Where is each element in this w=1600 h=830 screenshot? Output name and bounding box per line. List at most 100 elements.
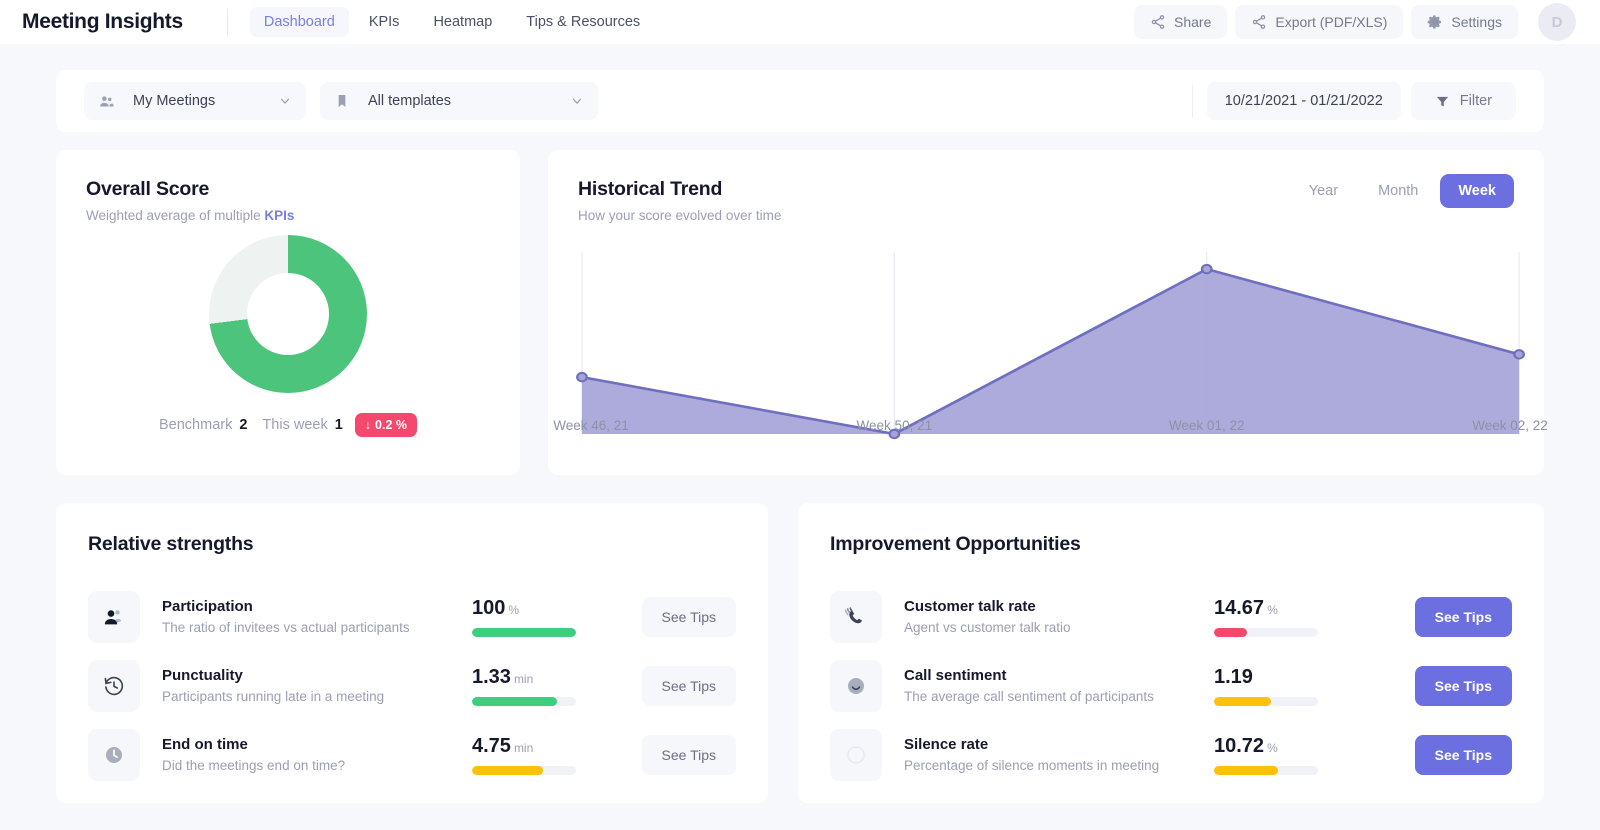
meetings-select[interactable]: My Meetings xyxy=(84,82,306,120)
see-tips-button[interactable]: See Tips xyxy=(1415,666,1512,706)
kpi-value: 14.67 xyxy=(1214,597,1264,619)
kpi-description: Agent vs customer talk ratio xyxy=(904,620,1214,635)
kpi-row: Call sentiment The average call sentiment… xyxy=(830,651,1512,720)
avatar[interactable]: D xyxy=(1538,3,1576,41)
kpis-link[interactable]: KPIs xyxy=(264,208,294,223)
kpi-description: Did the meetings end on time? xyxy=(162,758,472,773)
trend-chart-x-axis: Week 46, 21Week 50, 21Week 01, 22Week 02… xyxy=(548,418,1544,438)
kpi-metric: 1.33min xyxy=(472,666,592,706)
kpi-progress-fill xyxy=(1214,697,1271,706)
tab-heatmap[interactable]: Heatmap xyxy=(419,7,506,37)
status-badge: ↓ 0.2 % xyxy=(355,413,417,437)
kpi-name: Call sentiment xyxy=(904,667,1214,684)
trend-range-toggle: Year Month Week xyxy=(1291,174,1514,208)
kpi-name: Silence rate xyxy=(904,736,1214,753)
templates-select[interactable]: All templates xyxy=(320,82,598,120)
chevron-down-icon xyxy=(570,94,584,108)
kpi-row: Participation The ratio of invitees vs ac… xyxy=(88,582,736,651)
filter-label: Filter xyxy=(1460,93,1492,109)
trend-toggle-week[interactable]: Week xyxy=(1440,174,1514,208)
kpi-unit: min xyxy=(514,672,533,686)
trend-toggle-year[interactable]: Year xyxy=(1291,174,1356,208)
main-nav-tabs: Dashboard KPIs Heatmap Tips & Resources xyxy=(250,7,654,37)
overall-score-subtitle: Weighted average of multiple KPIs xyxy=(86,208,490,223)
see-tips-button[interactable]: See Tips xyxy=(1415,597,1512,637)
benchmark-label: Benchmark xyxy=(159,417,232,433)
kpi-name: Customer talk rate xyxy=(904,598,1214,615)
see-tips-button[interactable]: See Tips xyxy=(642,666,736,706)
bookmark-icon xyxy=(334,93,350,109)
kpi-description: The average call sentiment of participan… xyxy=(904,689,1214,704)
kpi-value: 10.72 xyxy=(1214,735,1264,757)
relative-strengths-title: Relative strengths xyxy=(88,533,736,556)
silence-icon xyxy=(830,729,882,781)
kpi-row: Customer talk rate Agent vs customer talk… xyxy=(830,582,1512,651)
kpi-text: Participation The ratio of invitees vs ac… xyxy=(162,598,472,635)
kpi-text: Silence rate Percentage of silence moment… xyxy=(904,736,1214,773)
overall-score-donut-wrap xyxy=(86,235,490,393)
this-week-label: This week xyxy=(262,417,327,433)
kpi-name: Punctuality xyxy=(162,667,472,684)
trend-x-label: Week 01, 22 xyxy=(1169,418,1245,433)
kpi-unit: % xyxy=(508,603,519,617)
kpi-row: Punctuality Participants running late in … xyxy=(88,651,736,720)
see-tips-button[interactable]: See Tips xyxy=(642,597,736,637)
tab-tips-resources[interactable]: Tips & Resources xyxy=(512,7,654,37)
kpi-metric: 100% xyxy=(472,597,592,637)
kpi-unit: % xyxy=(1267,603,1278,617)
score-donut-chart xyxy=(209,235,367,393)
improvement-opportunities-card: Improvement Opportunities Customer talk … xyxy=(798,503,1544,803)
tab-kpis[interactable]: KPIs xyxy=(355,7,414,37)
kpi-metric: 10.72% xyxy=(1214,735,1334,775)
kpi-description: The ratio of invitees vs actual particip… xyxy=(162,620,472,635)
kpi-description: Percentage of silence moments in meeting xyxy=(904,758,1214,773)
kpi-name: Participation xyxy=(162,598,472,615)
kpi-progress-track xyxy=(472,697,576,706)
kpi-metric: 4.75min xyxy=(472,735,592,775)
date-range-picker[interactable]: 10/21/2021 - 01/21/2022 xyxy=(1207,82,1401,120)
filter-button[interactable]: Filter xyxy=(1411,82,1516,120)
kpi-cards-row: Relative strengths Participation The rati… xyxy=(56,503,1544,803)
kpi-value: 1.33 xyxy=(472,666,511,688)
donut-hole xyxy=(247,273,329,355)
export-button[interactable]: Export (PDF/XLS) xyxy=(1235,5,1403,39)
header-divider xyxy=(227,9,228,35)
phone-ring-icon xyxy=(830,591,882,643)
chevron-down-icon xyxy=(278,94,292,108)
kpi-row: Silence rate Percentage of silence moment… xyxy=(830,720,1512,789)
summary-cards-row: Overall Score Weighted average of multip… xyxy=(56,150,1544,475)
participants-icon xyxy=(88,591,140,643)
header-actions: Share Export (PDF/XLS) Settings D xyxy=(1134,3,1576,41)
share-icon xyxy=(1251,14,1267,30)
kpi-unit: % xyxy=(1267,741,1278,755)
kpi-progress-fill xyxy=(1214,766,1278,775)
funnel-icon xyxy=(1435,94,1450,109)
settings-button[interactable]: Settings xyxy=(1411,5,1518,39)
share-label: Share xyxy=(1174,14,1211,30)
page-body: My Meetings All templates 10/21/2021 - 0… xyxy=(0,70,1600,803)
kpi-value: 1.19 xyxy=(1214,666,1253,688)
share-button[interactable]: Share xyxy=(1134,5,1227,39)
trend-toggle-month[interactable]: Month xyxy=(1360,174,1436,208)
historical-trend-subtitle: How your score evolved over time xyxy=(578,208,1514,223)
kpi-progress-fill xyxy=(472,628,576,637)
kpi-progress-fill xyxy=(1214,628,1247,637)
clock-rewind-icon xyxy=(88,660,140,712)
kpi-row: End on timeDid the meetings end on time?… xyxy=(88,720,736,789)
tab-dashboard[interactable]: Dashboard xyxy=(250,7,349,37)
see-tips-button[interactable]: See Tips xyxy=(1415,735,1512,775)
trend-x-label: Week 50, 21 xyxy=(857,418,933,433)
historical-trend-card: Historical Trend How your score evolved … xyxy=(548,150,1544,475)
people-icon xyxy=(98,93,115,110)
kpi-progress-track xyxy=(472,766,576,775)
kpi-progress-fill xyxy=(472,766,543,775)
settings-label: Settings xyxy=(1451,14,1502,30)
kpi-progress-track xyxy=(1214,766,1318,775)
improvement-opportunities-list: Customer talk rate Agent vs customer talk… xyxy=(830,582,1512,789)
relative-strengths-list: Participation The ratio of invitees vs ac… xyxy=(88,582,736,789)
meetings-select-value: My Meetings xyxy=(133,93,215,109)
overall-score-subtitle-text: Weighted average of multiple xyxy=(86,208,264,223)
see-tips-button[interactable]: See Tips xyxy=(642,735,736,775)
kpi-description: Participants running late in a meeting xyxy=(162,689,472,704)
kpi-progress-track xyxy=(1214,628,1318,637)
